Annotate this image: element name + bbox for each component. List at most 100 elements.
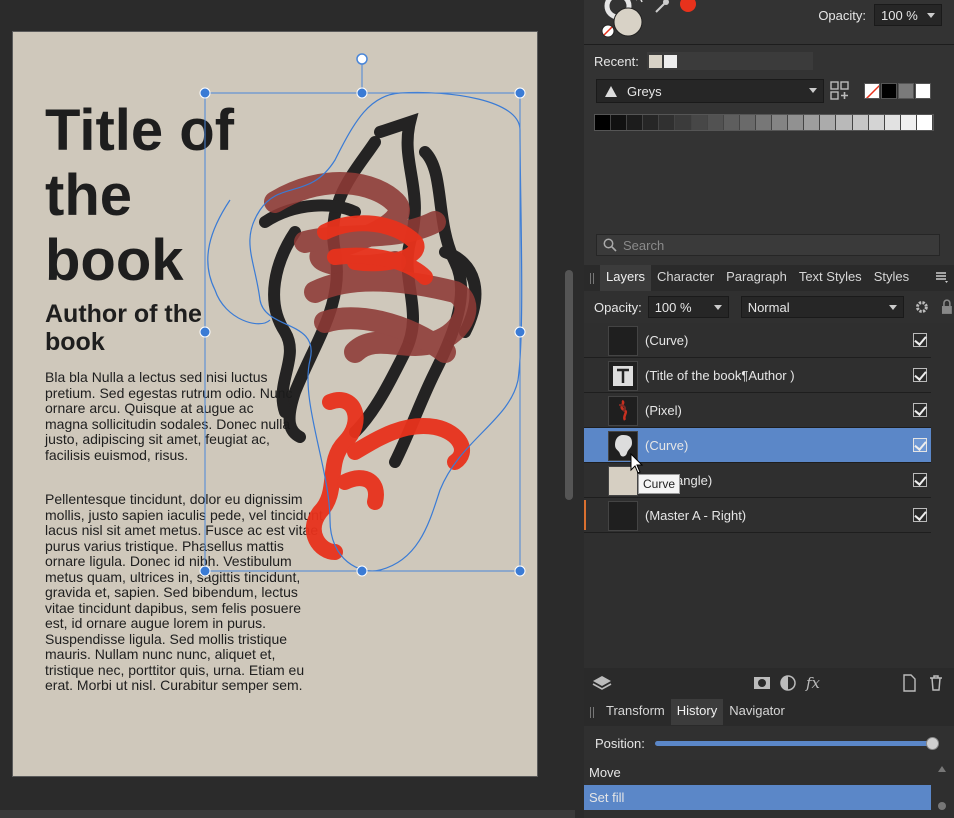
lock-icon[interactable]: [940, 299, 954, 315]
grey-swatch[interactable]: [659, 115, 676, 130]
visibility-checkbox[interactable]: [913, 368, 927, 382]
history-position-row: Position:: [584, 726, 954, 760]
blend-mode-dropdown[interactable]: Normal: [740, 296, 905, 318]
grey-swatch[interactable]: [820, 115, 837, 130]
visibility-checkbox[interactable]: [913, 438, 927, 452]
visibility-checkbox[interactable]: [913, 508, 927, 522]
tab-paragraph[interactable]: Paragraph: [720, 265, 793, 291]
grey-swatch[interactable]: [772, 115, 789, 130]
resize-handle-top-left[interactable]: [199, 87, 211, 99]
fx-effects-icon[interactable]: fx: [806, 674, 824, 692]
history-item[interactable]: Move: [584, 760, 931, 785]
grey-swatch[interactable]: [836, 115, 853, 130]
recent-swatch[interactable]: [663, 54, 677, 68]
grey-swatch[interactable]: [788, 115, 805, 130]
canvas-horizontal-scrollbar[interactable]: [0, 810, 575, 818]
app-window: Title of the book Author of the book Bla…: [0, 0, 954, 818]
grey-swatch[interactable]: [755, 115, 773, 130]
white-swatch[interactable]: [915, 83, 931, 99]
brush-stroke-artwork[interactable]: [205, 92, 525, 572]
panel-grip-handle[interactable]: [584, 699, 600, 725]
history-item-selected[interactable]: Set fill: [584, 785, 931, 810]
grey-swatch[interactable]: [898, 83, 914, 99]
grey-swatch[interactable]: [900, 115, 917, 130]
slider-handle[interactable]: [926, 737, 939, 750]
layers-stack-icon[interactable]: [592, 674, 612, 692]
document-page[interactable]: Title of the book Author of the book Bla…: [12, 31, 538, 777]
resize-handle-top[interactable]: [356, 87, 368, 99]
layer-name: (Master A - Right): [645, 508, 747, 523]
grey-swatch[interactable]: [643, 115, 660, 130]
layer-row[interactable]: (Curve): [584, 323, 931, 358]
add-layer-icon[interactable]: [900, 674, 918, 692]
mask-layer-icon[interactable]: [753, 674, 771, 692]
tab-history[interactable]: History: [670, 699, 724, 725]
grey-swatch[interactable]: [595, 115, 612, 130]
rotate-handle[interactable]: [356, 53, 368, 65]
grey-swatch[interactable]: [852, 115, 869, 130]
position-label: Position:: [595, 736, 645, 751]
grey-swatch[interactable]: [611, 115, 628, 130]
history-scrollbar[interactable]: [934, 762, 950, 818]
grey-swatch[interactable]: [627, 115, 644, 130]
studio-panel: Opacity: 100 % Recent: Greys Search Laye…: [584, 0, 954, 818]
layer-row[interactable]: (Pixel): [584, 393, 931, 428]
adjustment-icon[interactable]: [779, 674, 797, 692]
chevron-down-icon: [927, 13, 935, 18]
layer-row[interactable]: (Master A - Right): [584, 498, 931, 533]
color-picker-icon[interactable]: [654, 0, 670, 14]
layers-toolbar: fx: [584, 668, 954, 698]
layers-tab-bar: Layers Character Paragraph Text Styles S…: [584, 265, 954, 291]
resize-handle-top-right[interactable]: [514, 87, 526, 99]
trash-icon[interactable]: [927, 674, 945, 692]
visibility-checkbox[interactable]: [913, 403, 927, 417]
tab-character[interactable]: Character: [651, 265, 720, 291]
history-position-slider[interactable]: [655, 741, 935, 746]
text-layer-icon: [613, 366, 633, 386]
layer-row[interactable]: (Title of the book¶Author ): [584, 358, 931, 393]
color-opacity-dropdown[interactable]: 100 %: [874, 4, 942, 26]
layer-opacity-value: 100 %: [654, 299, 692, 315]
color-wells[interactable]: [596, 0, 656, 40]
layer-opacity-dropdown[interactable]: 100 %: [647, 296, 729, 318]
resize-handle-bottom-left[interactable]: [199, 565, 211, 577]
palette-dropdown[interactable]: Greys: [596, 79, 824, 103]
canvas-area[interactable]: Title of the book Author of the book Bla…: [0, 0, 562, 818]
visibility-checkbox[interactable]: [913, 333, 927, 347]
grey-swatch[interactable]: [868, 115, 885, 130]
resize-handle-right[interactable]: [514, 326, 526, 338]
grey-swatch[interactable]: [804, 115, 821, 130]
resize-handle-bottom[interactable]: [356, 565, 368, 577]
panel-menu-icon[interactable]: [936, 271, 948, 283]
canvas-vertical-scrollbar[interactable]: [565, 270, 573, 500]
search-field[interactable]: Search: [596, 234, 940, 256]
current-color-swatch[interactable]: [680, 0, 696, 12]
grey-swatch[interactable]: [675, 115, 692, 130]
grey-swatch[interactable]: [691, 115, 708, 130]
grey-swatch[interactable]: [884, 115, 901, 130]
tab-styles[interactable]: Styles: [868, 265, 915, 291]
add-swatch-grid-icon[interactable]: [830, 81, 850, 101]
tab-navigator[interactable]: Navigator: [723, 699, 791, 725]
tab-text-styles[interactable]: Text Styles: [793, 265, 868, 291]
grey-swatch[interactable]: [739, 115, 756, 130]
color-opacity-label: Opacity:: [818, 7, 866, 23]
search-placeholder: Search: [623, 237, 665, 253]
tab-layers[interactable]: Layers: [600, 265, 652, 291]
color-panel: Opacity: 100 % Recent: Greys Search: [584, 0, 954, 265]
black-swatch[interactable]: [881, 83, 897, 99]
panel-grip-handle[interactable]: [584, 265, 600, 291]
grey-swatch[interactable]: [707, 115, 724, 130]
book-author-text[interactable]: Author of the book: [45, 300, 225, 356]
grey-swatch[interactable]: [723, 115, 740, 130]
tab-transform[interactable]: Transform: [600, 699, 671, 725]
pixel-layer-icon: [618, 399, 628, 421]
gear-icon[interactable]: [914, 299, 930, 315]
none-swatch[interactable]: [864, 83, 880, 99]
visibility-checkbox[interactable]: [913, 473, 927, 487]
resize-handle-left[interactable]: [199, 326, 211, 338]
grey-swatch[interactable]: [916, 115, 933, 130]
recent-swatch[interactable]: [648, 54, 662, 68]
palette-row: Greys: [596, 79, 942, 103]
resize-handle-bottom-right[interactable]: [514, 565, 526, 577]
